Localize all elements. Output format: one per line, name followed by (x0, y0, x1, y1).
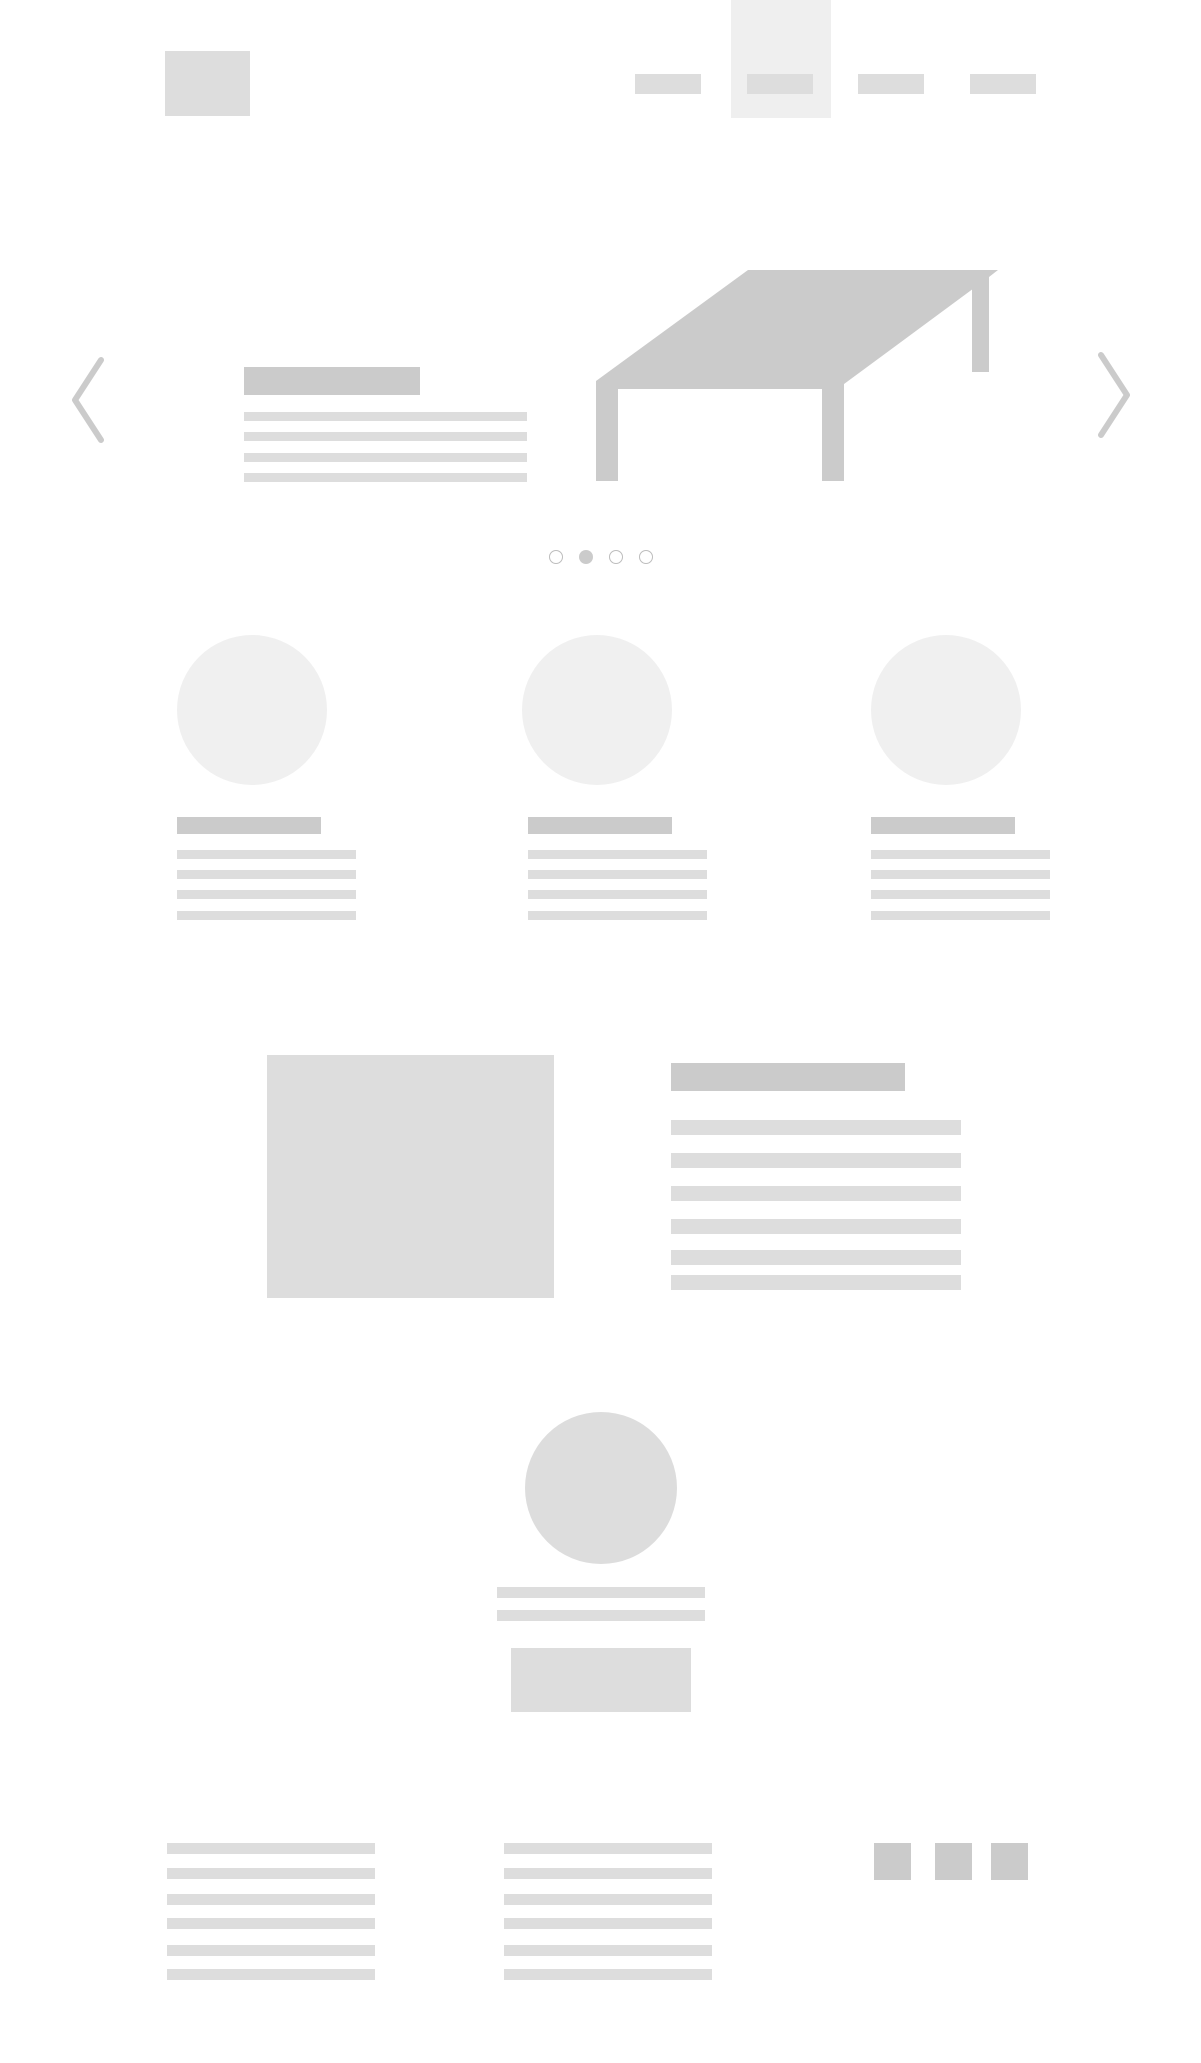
feature-text-line (177, 890, 356, 899)
slide-text-line (244, 453, 527, 462)
profile-text-line (497, 1610, 705, 1621)
chevron-right-icon[interactable] (1091, 350, 1135, 440)
about-text-line (671, 1275, 961, 1290)
footer-link[interactable] (504, 1918, 712, 1929)
about-title (671, 1063, 905, 1091)
about-text-line (671, 1250, 961, 1265)
feature-text-line (871, 870, 1050, 879)
nav-item-4-label (970, 74, 1036, 94)
footer-link[interactable] (167, 1868, 375, 1879)
nav-item-3[interactable] (858, 0, 924, 118)
slide-text-line (244, 412, 527, 421)
social-icon[interactable] (874, 1843, 911, 1880)
feature-text-line (871, 911, 1050, 920)
feature-title (528, 817, 672, 834)
feature-text-line (871, 890, 1050, 899)
feature-text-line (177, 850, 356, 859)
footer-link[interactable] (504, 1969, 712, 1980)
feature-image-icon (177, 635, 327, 785)
footer-link[interactable] (504, 1868, 712, 1879)
feature-title (177, 817, 321, 834)
logo[interactable] (165, 51, 250, 116)
footer-link[interactable] (504, 1843, 712, 1854)
feature-card (871, 635, 1051, 925)
about-text-line (671, 1153, 961, 1168)
slide-text-line (244, 473, 527, 482)
feature-card (522, 635, 707, 925)
nav-item-1[interactable] (635, 0, 701, 118)
feature-text-line (177, 870, 356, 879)
feature-text-line (871, 850, 1050, 859)
nav-item-1-label (635, 74, 701, 94)
about-text-line (671, 1219, 961, 1234)
slide-text-line (244, 432, 527, 441)
about-image-icon (267, 1055, 554, 1298)
pager-dot[interactable] (549, 550, 563, 564)
feature-text-line (528, 850, 707, 859)
profile-text-line (497, 1587, 705, 1598)
nav-item-2-label (747, 74, 813, 94)
footer-link[interactable] (504, 1894, 712, 1905)
nav-item-4[interactable] (970, 0, 1036, 118)
feature-card (177, 635, 357, 925)
nav-item-3-label (858, 74, 924, 94)
feature-text-line (528, 870, 707, 879)
social-icon[interactable] (935, 1843, 972, 1880)
feature-image-icon (522, 635, 672, 785)
social-icon[interactable] (991, 1843, 1028, 1880)
pager-dot[interactable] (609, 550, 623, 564)
pager-dot[interactable] (639, 550, 653, 564)
features-section (0, 586, 1201, 980)
footer (1, 1761, 1201, 2063)
feature-text-line (528, 890, 707, 899)
footer-link[interactable] (167, 1918, 375, 1929)
footer-link[interactable] (167, 1894, 375, 1905)
cta-button[interactable] (511, 1648, 691, 1712)
pager-dot-active[interactable] (579, 550, 593, 564)
feature-text-line (528, 911, 707, 920)
footer-link[interactable] (504, 1945, 712, 1956)
footer-link[interactable] (167, 1843, 375, 1854)
chevron-left-icon[interactable] (67, 355, 111, 445)
about-text-line (671, 1120, 961, 1135)
about-text-line (671, 1186, 961, 1201)
footer-link[interactable] (167, 1969, 375, 1980)
nav-item-2-active[interactable] (731, 0, 831, 118)
about-section (1, 980, 1201, 1372)
profile-section (0, 1372, 1201, 1760)
avatar-icon (525, 1412, 677, 1564)
hero-carousel (1, 195, 1201, 586)
feature-image-icon (871, 635, 1021, 785)
table-illustration-icon (596, 270, 998, 481)
feature-text-line (177, 911, 356, 920)
slide-title (244, 367, 420, 395)
footer-link[interactable] (167, 1945, 375, 1956)
feature-title (871, 817, 1015, 834)
